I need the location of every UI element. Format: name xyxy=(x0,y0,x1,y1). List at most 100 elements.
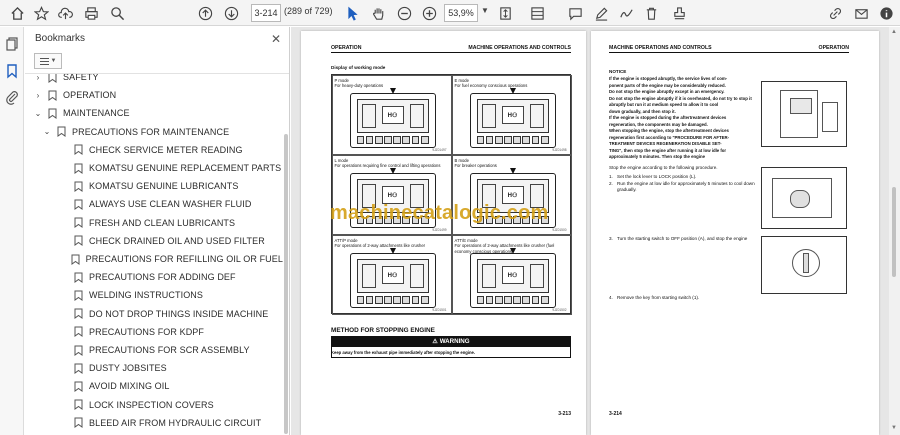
bookmark-icon xyxy=(74,308,83,320)
zoom-level-input[interactable]: 53,9% xyxy=(444,4,478,22)
bookmark-item[interactable]: KOMATSU GENUINE REPLACEMENT PARTS xyxy=(25,159,283,177)
bookmark-item[interactable]: DUSTY JOBSITES xyxy=(25,359,283,377)
scroll-up-icon[interactable]: ▲ xyxy=(891,29,897,35)
bookmark-label: WELDING INSTRUCTIONS xyxy=(89,290,204,301)
figure-code: 9JZ01502 xyxy=(552,307,567,312)
bookmark-item[interactable]: KOMATSU GENUINE LUBRICANTS xyxy=(25,177,283,195)
navigation-rail xyxy=(0,27,24,435)
hand-tool-icon[interactable] xyxy=(369,4,387,22)
bookmark-label: PRECAUTIONS FOR KDPF xyxy=(89,326,205,337)
bookmark-item[interactable]: ALWAYS USE CLEAN WASHER FLUID xyxy=(25,195,283,213)
chevron-down-icon[interactable]: ⌄ xyxy=(42,127,52,136)
bookmark-options-button[interactable]: ▼ xyxy=(34,53,62,69)
notice-line: TING", then stop the engine after runnin… xyxy=(609,147,727,153)
bookmark-item[interactable]: PRECAUTIONS FOR ADDING DEF xyxy=(25,268,283,286)
page-layout-icon[interactable] xyxy=(528,4,546,22)
bookmark-item[interactable]: AVOID MIXING OIL xyxy=(25,377,283,395)
print-icon[interactable] xyxy=(82,4,100,22)
bookmark-item[interactable]: PRECAUTIONS FOR KDPF xyxy=(25,323,283,341)
bookmark-item[interactable]: ⌄ MAINTENANCE xyxy=(25,104,283,122)
bookmark-icon xyxy=(74,144,83,156)
chevron-down-icon[interactable]: ⌄ xyxy=(33,109,43,118)
search-icon[interactable] xyxy=(108,4,126,22)
bookmark-item[interactable]: PRECAUTIONS FOR SCR ASSEMBLY xyxy=(25,341,283,359)
figure-code: 9JZ01497 xyxy=(432,147,447,152)
notice-line: If the engine is stopped during the afte… xyxy=(609,115,727,120)
select-cursor-icon[interactable] xyxy=(343,4,361,22)
bookmark-item[interactable]: WELDING INSTRUCTIONS xyxy=(25,286,283,304)
fit-page-icon[interactable] xyxy=(496,4,514,22)
previous-page-icon[interactable] xyxy=(196,4,214,22)
bookmark-label: PRECAUTIONS FOR REFILLING OIL OR FUEL xyxy=(85,254,283,264)
bookmark-item[interactable]: CHECK DRAINED OIL AND USED FILTER xyxy=(25,232,283,250)
step-text: Turn the starting switch to OFF position… xyxy=(617,236,748,241)
bookmark-item[interactable]: BLEED AIR FROM HYDRAULIC CIRCUIT xyxy=(25,414,283,432)
bookmark-label: BLEED AIR FROM HYDRAULIC CIRCUIT xyxy=(89,417,262,428)
home-icon[interactable] xyxy=(8,4,26,22)
email-icon[interactable] xyxy=(852,4,870,22)
mode-cell: ATT/E mode For operations of 2-way attach… xyxy=(451,234,572,315)
mode-caption: L mode For operations requiring fine cont… xyxy=(335,158,441,169)
scrollbar-thumb[interactable] xyxy=(892,187,896,277)
zoom-in-icon[interactable] xyxy=(420,4,438,22)
zoom-dropdown-icon[interactable]: ▼ xyxy=(481,6,489,15)
star-icon[interactable] xyxy=(32,4,50,22)
notice-line: regeneration first according to "PROCEDU… xyxy=(609,134,730,140)
scroll-down-icon[interactable]: ▼ xyxy=(891,425,897,431)
bookmarks-scrollbar[interactable] xyxy=(283,74,289,435)
stamp-icon[interactable] xyxy=(670,4,688,22)
monitor-keys xyxy=(356,295,429,304)
close-icon[interactable]: ✕ xyxy=(271,32,281,46)
edit-link-icon[interactable] xyxy=(826,4,844,22)
mode-indicator-icon: H⚇ xyxy=(501,265,524,284)
attachment-icon[interactable] xyxy=(4,89,20,105)
bookmark-item[interactable]: PRECAUTIONS FOR REFILLING OIL OR FUEL xyxy=(25,250,283,268)
page-header-right: OPERATION xyxy=(818,45,849,51)
notice-line: Do not stop the engine abruptly if it is… xyxy=(609,95,752,101)
comment-icon[interactable] xyxy=(566,4,584,22)
cloud-upload-icon[interactable] xyxy=(56,4,74,22)
chevron-right-icon[interactable]: › xyxy=(33,91,43,100)
bookmarks-panel: Bookmarks ✕ ▼ › SAFETY › OPERATION ⌄ MAINTENA… xyxy=(25,27,290,435)
bookmark-icon xyxy=(48,90,57,101)
toolbar: 3-214 (289 of 729) 53,9% ▼ xyxy=(0,0,900,26)
bookmark-label: DO NOT DROP THINGS INSIDE MACHINE xyxy=(89,308,269,319)
next-page-icon[interactable] xyxy=(222,4,240,22)
working-mode-table: P mode For heavy-duty operations H⚇ 9JZ0149… xyxy=(331,74,572,315)
info-icon[interactable] xyxy=(877,4,895,22)
document-scrollbar[interactable]: ▲ ▼ xyxy=(889,27,900,435)
mode-description: For heavy-duty operations xyxy=(334,83,384,88)
mode-caption: E mode For fuel economy conscious operati… xyxy=(455,78,528,89)
pages-thumbnail-icon[interactable] xyxy=(4,36,20,52)
draw-icon[interactable] xyxy=(617,4,635,22)
notice-line: When stopping the engine, stop the after… xyxy=(609,128,729,133)
bookmark-item[interactable]: CHECK SERVICE METER READING xyxy=(25,141,283,159)
bookmark-item[interactable]: › SAFETY xyxy=(25,74,283,86)
bookmark-item[interactable]: DO NOT DROP THINGS INSIDE MACHINE xyxy=(25,305,283,323)
delete-icon[interactable] xyxy=(642,4,660,22)
bookmark-icon xyxy=(74,199,83,210)
bookmark-item[interactable]: FRESH AND CLEAN LUBRICANTS xyxy=(25,214,283,232)
bookmark-item[interactable]: ⌄ PRECAUTIONS FOR MAINTENANCE xyxy=(25,123,283,141)
header-rule xyxy=(331,52,571,53)
bookmark-label: CHECK SERVICE METER READING xyxy=(89,144,243,155)
highlight-pen-icon[interactable] xyxy=(592,4,610,22)
arrow-down-icon xyxy=(509,167,516,174)
bookmark-icon xyxy=(48,74,57,83)
step-text: Remove the key from starting switch (1). xyxy=(617,295,700,300)
bookmark-icon[interactable] xyxy=(4,63,20,79)
mode-indicator-icon: H⚇ xyxy=(381,185,404,204)
section-title: METHOD FOR STOPPING ENGINE xyxy=(331,327,435,334)
bookmark-label: MAINTENANCE xyxy=(63,108,130,119)
bookmark-item[interactable]: LOCK INSPECTION COVERS xyxy=(25,396,283,414)
chevron-right-icon[interactable]: › xyxy=(33,74,43,82)
notice-label: NOTICE xyxy=(609,69,627,74)
zoom-out-icon[interactable] xyxy=(395,4,413,22)
bookmark-item[interactable]: › OPERATION xyxy=(25,86,283,104)
scrollbar-thumb[interactable] xyxy=(284,134,288,434)
page-number: 3-213 xyxy=(558,411,571,417)
mode-indicator-icon: H⚇ xyxy=(381,265,404,284)
bookmark-label: SAFETY xyxy=(63,74,99,82)
page-number-input[interactable]: 3-214 xyxy=(251,4,281,22)
bookmark-icon xyxy=(71,254,80,265)
